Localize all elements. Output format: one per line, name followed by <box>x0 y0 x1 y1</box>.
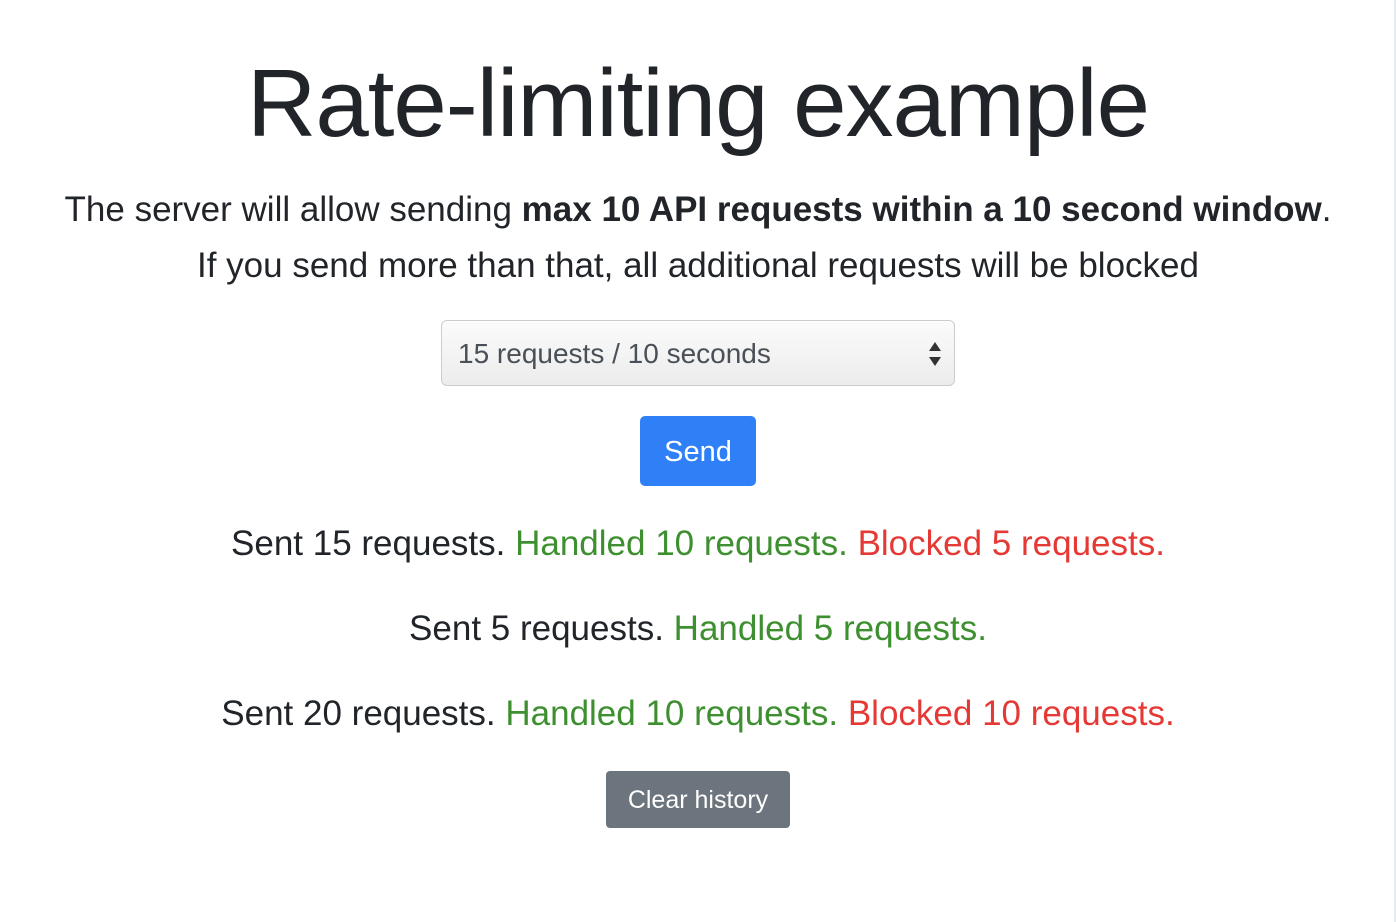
result-item: Sent 5 requests. Handled 5 requests. <box>0 601 1396 657</box>
result-handled: Handled 5 requests. <box>673 609 987 648</box>
intro-line1-prefix: The server will allow sending <box>64 190 522 229</box>
clear-history-button[interactable]: Clear history <box>606 771 790 828</box>
intro-text: The server will allow sending max 10 API… <box>0 182 1396 294</box>
result-blocked: Blocked 10 requests. <box>847 694 1175 733</box>
result-sent: Sent 20 requests. <box>221 694 496 733</box>
updown-chevron-icon <box>928 340 942 368</box>
requests-select[interactable]: 15 requests / 10 seconds <box>441 320 955 386</box>
page-title: Rate-limiting example <box>246 50 1150 157</box>
results-list: Sent 15 requests. Handled 10 requests. B… <box>0 516 1396 742</box>
result-blocked: Blocked 5 requests. <box>857 524 1165 563</box>
result-handled: Handled 10 requests. <box>515 524 848 563</box>
intro-line1-suffix: . <box>1321 190 1332 229</box>
result-sent: Sent 15 requests. <box>231 524 506 563</box>
intro-line2: If you send more than that, all addition… <box>197 246 1199 285</box>
result-handled: Handled 10 requests. <box>505 694 839 733</box>
send-button[interactable]: Send <box>640 416 756 486</box>
result-sent: Sent 5 requests. <box>409 609 664 648</box>
intro-line1-bold: max 10 API requests within a 10 second w… <box>521 190 1322 229</box>
page: Rate-limiting example The server will al… <box>0 0 1396 922</box>
result-item: Sent 20 requests. Handled 10 requests. B… <box>0 686 1396 742</box>
result-item: Sent 15 requests. Handled 10 requests. B… <box>0 516 1396 572</box>
requests-select-value: 15 requests / 10 seconds <box>458 338 771 369</box>
